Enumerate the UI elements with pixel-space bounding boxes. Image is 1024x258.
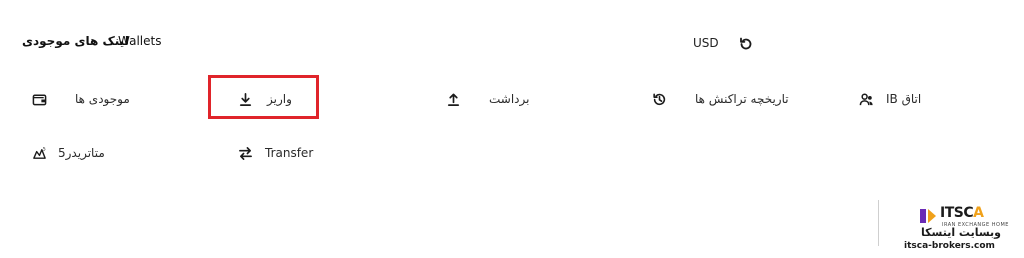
currency-label[interactable]: USD [693,36,719,50]
menu-item-metatrader[interactable]: 5 متاتریدر5 [32,143,105,163]
highlight-box [208,75,319,119]
watermark-url: itsca-brokers.com [904,241,995,251]
menu-item-transfer-label: Transfer [265,146,314,160]
users-icon [859,93,873,105]
menu-item-ib-room-label: IB اتاق [886,92,922,106]
menu-item-metatrader-label: متاتریدر5 [58,146,105,160]
metatrader-icon: 5 [33,146,46,159]
menu-item-history-label: تاریخچه تراکنش ها [695,92,789,106]
menu-item-withdraw[interactable]: برداشت [446,89,529,109]
menu-item-transfer[interactable]: Transfer [238,143,313,163]
wallet-icon [32,94,47,105]
page-title-fa: لینک های موجودی [22,34,130,48]
menu-item-ib-room[interactable]: IB اتاق [859,89,921,109]
watermark-brand: ITSCA [940,205,984,221]
page-title-en: Wallets [118,34,162,48]
upload-icon [447,93,460,106]
menu-item-balances-label: موجودی ها [75,92,130,106]
watermark-divider [878,200,879,246]
svg-text:5: 5 [43,146,46,152]
page-title: لینک های موجودی Wallets [22,34,172,54]
itsca-logo-icon [920,209,936,223]
menu-item-balances[interactable]: موجودی ها [32,89,130,109]
menu-item-history[interactable]: تاریخچه تراکنش ها [652,89,789,109]
refresh-icon[interactable] [738,36,754,52]
history-icon [653,93,666,105]
watermark-name-fa: وبسایت ایتسکا [920,226,1001,239]
menu-item-withdraw-label: برداشت [489,92,530,106]
transfer-icon [239,146,252,160]
